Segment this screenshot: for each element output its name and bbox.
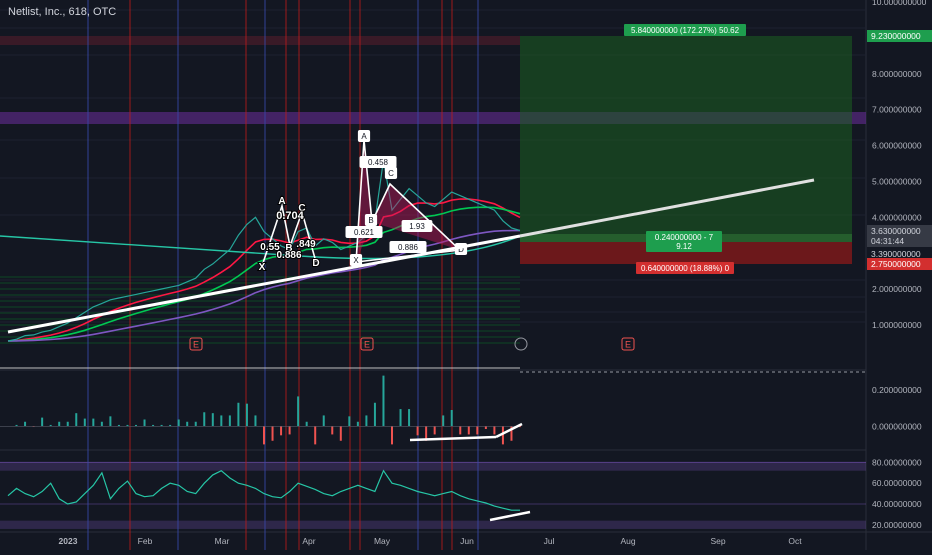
stop-label: 0.640000000 (18.88%) 0 [641, 264, 730, 273]
price-tick-label: 10.000000000 [872, 0, 927, 7]
harmonic-small-d: D [312, 258, 319, 269]
entry-label-line1: 0.240000000 - 7 [655, 233, 714, 242]
time-tick-label: Jul [544, 536, 555, 546]
time-tick-label: 2023 [59, 536, 78, 546]
price-tag-timer: 04:31:44 [871, 236, 904, 246]
harmonic-small-x: X [259, 262, 266, 273]
ratio-large-cd: 1.93 [409, 222, 425, 231]
ratio-small-xa: 0.704 [276, 210, 304, 222]
price-tick-label: 6.000000000 [872, 141, 922, 151]
harmonic-large-x: X [353, 256, 359, 265]
time-tick-label: Apr [302, 536, 315, 546]
price-tick-label: 8.000000000 [872, 69, 922, 79]
entry-label-line2: 9.12 [676, 242, 692, 251]
time-tick-label: Sep [710, 536, 725, 546]
time-tick-label: May [374, 536, 391, 546]
price-tick-label: 7.000000000 [872, 105, 922, 115]
price-tag-last: 3.630000000 [871, 226, 921, 236]
rsi-tick-label: 40.00000000 [872, 499, 922, 509]
ratio-small-bc: 0.886 [276, 250, 301, 261]
price-tick-label: 5.000000000 [872, 176, 922, 186]
time-tick-label: Aug [620, 536, 635, 546]
harmonic-large-c: C [388, 169, 394, 178]
time-tick-label: Feb [138, 536, 153, 546]
harmonic-large-b: B [368, 216, 373, 225]
time-tick-label: Jun [460, 536, 474, 546]
ratio-large-bc: 0.621 [354, 228, 375, 237]
rsi-tick-label: 20.00000000 [872, 520, 922, 530]
price-tick-label: 2.000000000 [872, 284, 922, 294]
rsi-tick-label: 60.00000000 [872, 478, 922, 488]
time-tick-label: Mar [215, 536, 230, 546]
chart-root[interactable]: X A B C D 0.458 0.621 1.93 0.886 X A B C D 0.704 0.55 0.… [0, 0, 932, 550]
profit-label: 5.840000000 (172.27%) 50.62 [631, 26, 740, 35]
earnings-marker-3: E [625, 340, 631, 350]
ratio-large-ab: 0.458 [368, 158, 389, 167]
oscillator-tick-label: 0.000000000 [872, 421, 922, 431]
price-tick-label: 1.000000000 [872, 320, 922, 330]
oscillator-tick-label: 0.200000000 [872, 385, 922, 395]
price-tag-stop: 2.750000000 [871, 259, 921, 269]
price-tick-label: 4.000000000 [872, 212, 922, 222]
price-tag-target: 9.230000000 [871, 31, 921, 41]
harmonic-large-a: A [361, 132, 367, 141]
harmonic-small-a: A [278, 196, 285, 207]
rsi-tick-label: 80.00000000 [872, 457, 922, 467]
ratio-large-xd: 0.886 [398, 243, 419, 252]
chart-canvas[interactable]: XABCD0.4580.6211.930.886XABCD0.7040.550.… [0, 0, 932, 550]
ratio-small-cd: .849 [296, 239, 316, 250]
price-tag-entry: 3.390000000 [871, 249, 921, 259]
time-tick-label: Oct [788, 536, 802, 546]
earnings-marker-2: E [364, 340, 370, 350]
chart-title: Netlist, Inc., 618, OTC [8, 6, 117, 18]
earnings-marker-1: E [193, 340, 199, 350]
